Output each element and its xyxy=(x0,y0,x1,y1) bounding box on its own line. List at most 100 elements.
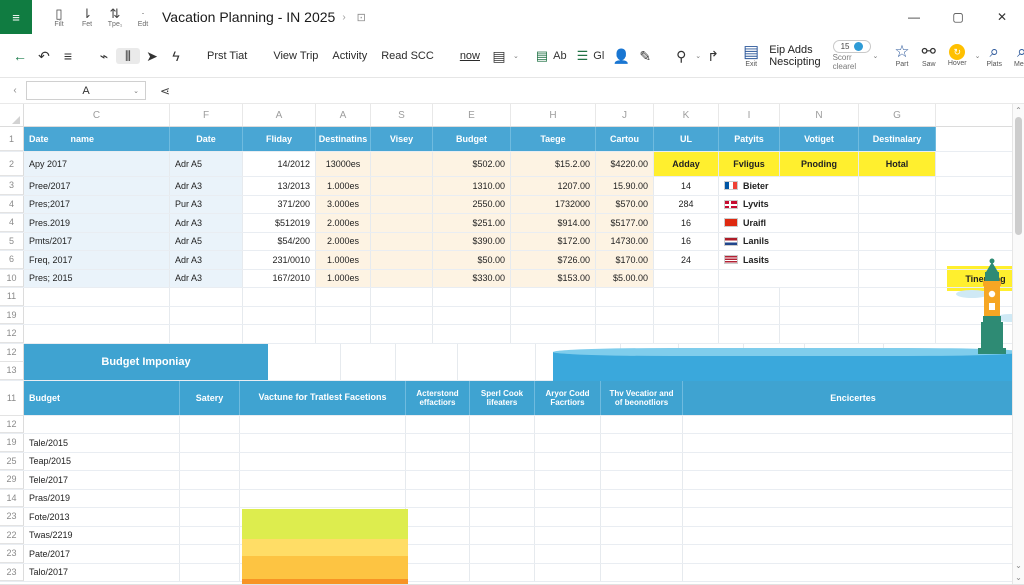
table-row[interactable]: 10 Pres; 2015 Adr A3 167/2010 1.000es $330.00… xyxy=(0,269,1024,288)
cell-empty[interactable] xyxy=(406,508,470,526)
empty-cell[interactable] xyxy=(433,288,511,306)
row-number[interactable]: 19 xyxy=(0,434,24,452)
empty-cell[interactable] xyxy=(243,306,316,324)
document-title[interactable]: Vacation Planning - IN 2025 xyxy=(162,9,335,25)
cell-destinalary[interactable] xyxy=(859,232,936,250)
excel-app-icon[interactable]: ≡ xyxy=(0,0,32,34)
cell-empty[interactable] xyxy=(683,563,1024,581)
cell-empty[interactable] xyxy=(535,434,601,452)
empty-cell[interactable] xyxy=(511,306,596,324)
cell-hotal[interactable]: Hotal xyxy=(859,152,936,176)
cell-date[interactable]: Apy 2017 xyxy=(24,152,170,176)
empty-row[interactable]: 11 xyxy=(0,288,1024,307)
cell-ul[interactable]: 16 xyxy=(654,232,719,250)
row-number[interactable]: 13 xyxy=(0,361,24,380)
table-row[interactable]: 6 Freq, 2017 Adr A3 231/0010 1.000es $50.00 $7… xyxy=(0,251,1024,270)
cell-empty[interactable] xyxy=(683,508,1024,526)
table-row[interactable]: 23 Fote/2013 xyxy=(0,508,1024,527)
cell-empty[interactable] xyxy=(180,545,240,563)
empty-cell[interactable] xyxy=(596,306,654,324)
table-row[interactable]: 5 Pmts/2017 Adr A5 $54/200 2.000es $390.00 $17… xyxy=(0,232,1024,251)
cell-ul[interactable]: Adday xyxy=(654,152,719,176)
qat-save-button[interactable]: ▯ Filt xyxy=(46,6,72,29)
table-row[interactable]: 19 Tale/2015 xyxy=(0,434,1024,453)
vertical-scrollbar[interactable]: ⌃ ⌄ ⌄ xyxy=(1012,104,1024,584)
cell-date2[interactable]: Adr A3 xyxy=(170,177,243,195)
column-header-j[interactable]: J xyxy=(596,104,654,126)
cell-fliday[interactable]: $54/200 xyxy=(243,232,316,250)
row-number[interactable]: 22 xyxy=(0,526,24,544)
overflow-chevron-icon[interactable]: ⌄ xyxy=(873,52,879,60)
cell-visey[interactable] xyxy=(371,251,433,269)
cell-empty[interactable] xyxy=(470,545,535,563)
row-number[interactable]: 14 xyxy=(0,489,24,507)
cell-budget[interactable]: $502.00 xyxy=(433,152,511,176)
cell-empty[interactable] xyxy=(601,471,683,489)
cell-empty[interactable] xyxy=(683,471,1024,489)
cell-empty[interactable] xyxy=(601,434,683,452)
empty-row[interactable]: 19 xyxy=(0,306,1024,325)
cell-empty[interactable] xyxy=(470,471,535,489)
cell-empty[interactable] xyxy=(406,489,470,507)
row-number[interactable]: 4 xyxy=(0,214,24,232)
row-number[interactable]: 25 xyxy=(0,452,24,470)
cell-budget[interactable]: $330.00 xyxy=(433,269,511,287)
cell-country[interactable]: Lasits xyxy=(719,251,859,269)
row-number[interactable]: 2 xyxy=(0,152,24,176)
cell-fliday[interactable]: 13/2013 xyxy=(243,177,316,195)
cursor-button[interactable]: ➤ xyxy=(140,48,164,64)
cell-cartou[interactable]: $570.00 xyxy=(596,195,654,213)
cell-date[interactable]: Pres; 2015 xyxy=(24,269,170,287)
table-row[interactable]: 23 Talo/2017 xyxy=(0,563,1024,582)
share-arrow-button[interactable]: ↱ xyxy=(701,48,725,64)
table-row[interactable]: 23 Pate/2017 xyxy=(0,545,1024,564)
cell-empty[interactable] xyxy=(470,489,535,507)
cell-taege[interactable]: $172.00 xyxy=(511,232,596,250)
cell-destinalary[interactable] xyxy=(859,269,936,287)
column-header-f[interactable]: F xyxy=(170,104,243,126)
cell-empty[interactable] xyxy=(180,489,240,507)
column-header-g[interactable]: G xyxy=(859,104,936,126)
cell-empty[interactable] xyxy=(180,508,240,526)
person-add-button[interactable]: ⚲ xyxy=(669,48,693,64)
cell-empty[interactable] xyxy=(406,545,470,563)
cell-ul[interactable]: 24 xyxy=(654,251,719,269)
score-cleared-group[interactable]: 15 Scorr clearel xyxy=(832,40,871,71)
empty-cell[interactable] xyxy=(511,325,596,343)
cell-visey[interactable] xyxy=(371,195,433,213)
row-number[interactable]: 1 xyxy=(0,127,24,151)
cell-visey[interactable] xyxy=(371,214,433,232)
cell-cartou[interactable]: $5.00.00 xyxy=(596,269,654,287)
cell-empty[interactable] xyxy=(406,415,470,433)
cell-date2[interactable]: Pur A3 xyxy=(170,195,243,213)
cell-empty[interactable] xyxy=(601,526,683,544)
cell-empty[interactable] xyxy=(470,508,535,526)
table-row[interactable]: 25 Teap/2015 xyxy=(0,452,1024,471)
cell-fliday[interactable]: 14/2012 xyxy=(243,152,316,176)
empty-cell[interactable] xyxy=(859,325,936,343)
cell-empty[interactable] xyxy=(406,471,470,489)
cell-empty[interactable] xyxy=(683,489,1024,507)
chevron-right-icon[interactable]: › xyxy=(342,12,345,23)
cell-empty[interactable] xyxy=(601,545,683,563)
minimize-button[interactable]: — xyxy=(892,1,936,33)
cell-patyits[interactable]: Fvligus xyxy=(719,152,780,176)
empty-cell[interactable] xyxy=(719,288,780,306)
cell-date[interactable]: Pmts/2017 xyxy=(24,232,170,250)
table-row[interactable]: 3 Pree/2017 Adr A3 13/2013 1.000es 1310.00 120… xyxy=(0,177,1024,196)
cell-date2[interactable]: Adr A3 xyxy=(170,269,243,287)
eip-adds-nescipting-label[interactable]: Eip Adds Nescipting xyxy=(765,44,824,68)
cell-empty[interactable] xyxy=(240,545,406,563)
select-all-corner[interactable] xyxy=(0,104,24,126)
empty-cell[interactable] xyxy=(654,325,719,343)
search-meet-button[interactable]: ⌕ Meet xyxy=(1008,43,1024,69)
cell-date[interactable]: Tale/2015 xyxy=(24,434,180,452)
table-row[interactable]: 2 Apy 2017 Adr A5 14/2012 13000es $502.0… xyxy=(0,152,1024,177)
name-box[interactable]: A ⌄ xyxy=(26,81,146,100)
column-header-k[interactable]: K xyxy=(654,104,719,126)
cell-empty[interactable] xyxy=(535,563,601,581)
cell-taege[interactable]: $15.2.00 xyxy=(511,152,596,176)
qat-edit-button[interactable]: · Edt xyxy=(130,6,156,29)
column-header-a1[interactable]: A xyxy=(243,104,316,126)
empty-cell[interactable] xyxy=(654,288,719,306)
